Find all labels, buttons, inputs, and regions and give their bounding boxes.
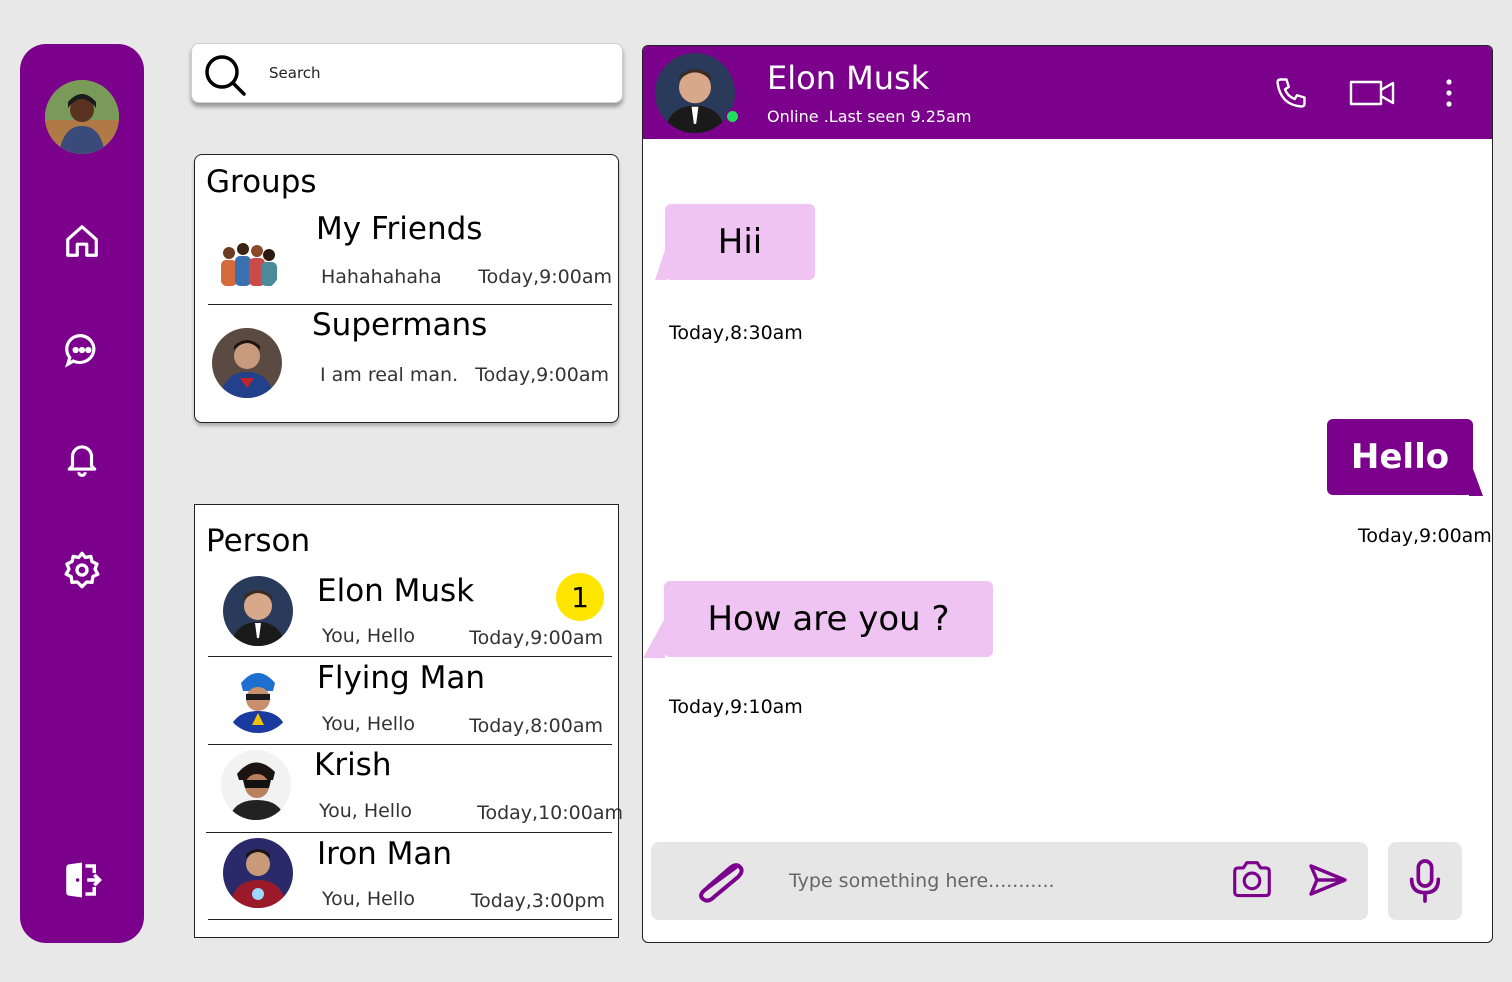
person-time: Today,8:00am bbox=[469, 715, 603, 737]
chat-header: Elon Musk Online .Last seen 9.25am bbox=[643, 46, 1492, 139]
video-icon[interactable] bbox=[1348, 70, 1396, 116]
contact-avatar[interactable] bbox=[655, 53, 735, 133]
settings-icon[interactable] bbox=[60, 548, 104, 592]
row-divider bbox=[208, 918, 612, 920]
phone-icon[interactable] bbox=[1271, 70, 1311, 116]
person-last-message: You, Hello bbox=[322, 713, 415, 735]
group-name: My Friends bbox=[316, 211, 483, 247]
message-time: Today,8:30am bbox=[669, 322, 803, 344]
message-composer bbox=[651, 842, 1368, 920]
logout-icon[interactable] bbox=[60, 858, 104, 902]
group-last-message: I am real man. bbox=[320, 364, 459, 386]
home-icon[interactable] bbox=[60, 219, 104, 263]
group-avatar bbox=[212, 328, 282, 398]
contact-name: Elon Musk bbox=[767, 59, 930, 97]
mic-button[interactable] bbox=[1388, 842, 1462, 920]
contact-status: Online .Last seen 9.25am bbox=[767, 107, 972, 126]
persons-title: Person bbox=[206, 523, 311, 559]
person-name: Krish bbox=[314, 747, 392, 783]
online-indicator bbox=[725, 109, 740, 124]
person-last-message: You, Hello bbox=[319, 800, 412, 822]
group-row-my-friends[interactable]: My Friends Hahahahaha Today,9:00am bbox=[208, 211, 612, 305]
bubble-tail bbox=[643, 618, 665, 658]
person-avatar bbox=[221, 750, 291, 820]
chat-icon[interactable] bbox=[60, 328, 104, 372]
message-time: Today,9:00am bbox=[1358, 525, 1492, 547]
person-time: Today,3:00pm bbox=[470, 890, 605, 912]
message-bubble-outgoing: Hello bbox=[1327, 419, 1473, 495]
bell-icon[interactable] bbox=[60, 436, 104, 480]
unread-badge: 1 bbox=[556, 573, 604, 621]
group-row-supermans[interactable]: Supermans I am real man. Today,9:00am bbox=[208, 307, 612, 398]
group-time: Today,9:00am bbox=[478, 266, 612, 288]
message-input[interactable] bbox=[789, 867, 1209, 895]
person-name: Flying Man bbox=[317, 660, 485, 696]
paperclip-icon[interactable] bbox=[691, 858, 747, 904]
mic-icon bbox=[1409, 859, 1441, 903]
group-name: Supermans bbox=[312, 307, 488, 343]
group-avatar bbox=[213, 225, 283, 295]
message-bubble-incoming: Hii bbox=[665, 204, 815, 280]
person-row-krish[interactable]: Krish You, Hello Today,10:00am bbox=[206, 745, 623, 833]
person-row-iron-man[interactable]: Iron Man You, Hello Today,3:00pm bbox=[208, 832, 612, 920]
send-icon[interactable] bbox=[1306, 860, 1350, 900]
groups-title: Groups bbox=[206, 164, 317, 200]
row-divider bbox=[208, 303, 612, 305]
search-bar bbox=[191, 43, 623, 103]
person-name: Iron Man bbox=[317, 836, 453, 872]
person-avatar bbox=[223, 838, 293, 908]
persons-card: Person Elon Musk 1 You, Hello Today,9:00… bbox=[194, 504, 623, 938]
person-avatar bbox=[223, 576, 293, 646]
person-name: Elon Musk bbox=[317, 573, 475, 609]
more-vertical-icon[interactable] bbox=[1439, 70, 1459, 116]
person-row-elon-musk[interactable]: Elon Musk 1 You, Hello Today,9:00am bbox=[208, 569, 612, 657]
search-input[interactable] bbox=[269, 59, 599, 87]
search-icon[interactable] bbox=[204, 54, 246, 96]
person-time: Today,9:00am bbox=[469, 627, 603, 649]
user-avatar[interactable] bbox=[45, 80, 119, 154]
person-last-message: You, Hello bbox=[322, 625, 415, 647]
message-bubble-incoming: How are you ? bbox=[664, 581, 993, 657]
groups-card: Groups My Friends Hahahahaha Today,9:00a… bbox=[194, 154, 619, 423]
group-last-message: Hahahahaha bbox=[321, 266, 442, 288]
chat-panel: Elon Musk Online .Last seen 9.25am Hii T… bbox=[642, 45, 1493, 943]
person-time: Today,10:00am bbox=[477, 802, 623, 824]
person-avatar bbox=[223, 663, 293, 733]
camera-icon[interactable] bbox=[1230, 860, 1274, 900]
group-time: Today,9:00am bbox=[475, 364, 609, 386]
person-row-flying-man[interactable]: Flying Man You, Hello Today,8:00am bbox=[208, 657, 612, 745]
message-time: Today,9:10am bbox=[669, 696, 803, 718]
sidebar bbox=[20, 44, 144, 943]
person-last-message: You, Hello bbox=[322, 888, 415, 910]
